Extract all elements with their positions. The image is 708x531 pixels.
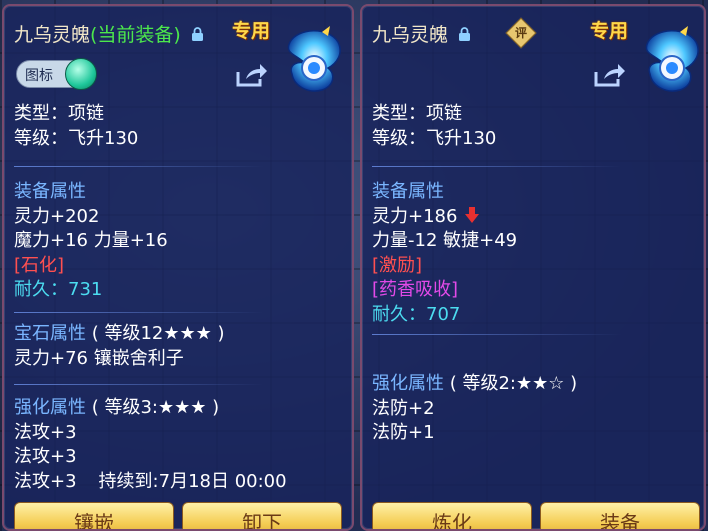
down-arrow-icon	[465, 206, 480, 223]
type-line: 类型：项链	[14, 103, 104, 124]
share-icon[interactable]	[594, 62, 626, 88]
unequip-button[interactable]: 卸下	[182, 502, 342, 529]
divider	[372, 166, 622, 167]
enhance-attributes: 强化属性 ( 等级2:★★☆ ) 法防+2 法防+1	[372, 372, 702, 446]
toggle-knob	[65, 58, 97, 90]
level-line: 等级：飞升130	[372, 127, 497, 149]
gem-title: 宝石属性	[14, 323, 86, 344]
appraise-label: 评	[514, 26, 527, 40]
durability-line: 耐久：707	[372, 303, 461, 325]
effect-tag: [激励]	[372, 254, 423, 276]
divider	[14, 312, 264, 313]
gem-attributes: 宝石属性 ( 等级12★★★ ) 灵力+76 镶嵌舍利子	[14, 322, 344, 371]
lock-icon	[191, 27, 203, 41]
panel-header: 九乌灵魄 评 专用	[362, 6, 704, 102]
divider	[372, 334, 622, 335]
item-info: 类型：项链 等级：飞升130	[14, 102, 344, 151]
equipped-tag: (当前装备)	[90, 24, 181, 46]
refine-button[interactable]: 炼化	[372, 502, 532, 529]
item-icon	[645, 26, 699, 92]
enhance-title: 强化属性	[14, 397, 86, 418]
equip-attr-title: 装备属性	[14, 181, 86, 202]
equip-attr-title: 装备属性	[372, 181, 444, 202]
item-name: 九乌灵魄	[14, 24, 91, 46]
enhance-attributes: 强化属性 ( 等级3:★★★ ) 法攻+3 法攻+3 法攻+3 持续到:7月18日…	[14, 396, 344, 494]
panel-header: 九乌灵魄(当前装备) 专用 图标	[4, 6, 352, 102]
gem-note: ( 等级12★★★ )	[91, 323, 225, 344]
icon-toggle-label: 图标	[25, 68, 53, 84]
special-tag: 专用	[232, 20, 271, 42]
attr-line: 灵力+202	[14, 205, 100, 227]
enhance-line: 法攻+3	[14, 446, 77, 467]
compare-item-panel: 九乌灵魄 评 专用 类型：项链 等级：飞升130 装备属性 灵力+186 力量-…	[360, 4, 706, 531]
equip-attributes: 装备属性 灵力+186 力量-12 敏捷+49 [激励] [药香吸收] 耐久：7…	[372, 180, 702, 327]
item-title: 九乌灵魄	[372, 20, 471, 47]
share-icon[interactable]	[236, 62, 268, 88]
type-line: 类型：项链	[372, 103, 462, 124]
enhance-line: 法防+2	[372, 397, 435, 419]
item-icon	[287, 26, 341, 92]
equipped-item-panel: 九乌灵魄(当前装备) 专用 图标 类型：项链 等级：飞升130 装备属性 灵力+…	[2, 4, 354, 531]
durability-line: 耐久：731	[14, 279, 103, 300]
equip-attributes: 装备属性 灵力+202 魔力+16 力量+16 [石化] 耐久：731	[14, 180, 344, 303]
equip-button[interactable]: 装备	[540, 502, 700, 529]
attr-line: 力量-12 敏捷+49	[372, 230, 518, 251]
enhance-line: 法防+1	[372, 422, 435, 443]
enhance-line: 法攻+3	[14, 470, 77, 492]
divider	[14, 166, 264, 167]
enhance-note: ( 等级3:★★★ )	[91, 397, 220, 418]
attr-line: 灵力+186	[372, 205, 458, 227]
item-name: 九乌灵魄	[372, 24, 449, 46]
inlay-button[interactable]: 镶嵌	[14, 502, 174, 529]
item-info: 类型：项链 等级：飞升130	[372, 102, 702, 151]
lock-icon	[459, 27, 471, 41]
item-title: 九乌灵魄(当前装备)	[14, 20, 204, 47]
gem-line: 灵力+76 镶嵌舍利子	[14, 347, 184, 369]
attr-line: 魔力+16 力量+16	[14, 230, 168, 251]
enhance-line: 法攻+3	[14, 421, 77, 443]
enhance-duration: 持续到:7月18日 00:00	[98, 470, 287, 492]
icon-toggle[interactable]: 图标	[16, 58, 97, 90]
enhance-note: ( 等级2:★★☆ )	[449, 373, 578, 394]
level-line: 等级：飞升130	[14, 127, 139, 149]
stone-tag: [石化]	[14, 254, 65, 276]
appraise-icon[interactable]: 评	[505, 17, 537, 49]
divider	[14, 384, 264, 385]
special-tag: 专用	[590, 20, 629, 42]
effect-tag: [药香吸收]	[372, 279, 459, 300]
enhance-title: 强化属性	[372, 373, 444, 394]
